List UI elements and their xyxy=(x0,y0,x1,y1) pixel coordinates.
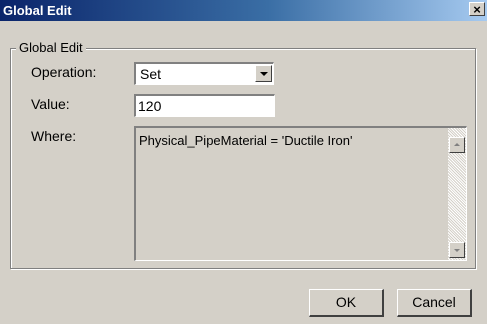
cancel-button[interactable]: Cancel xyxy=(397,289,472,317)
chevron-down-icon[interactable] xyxy=(255,65,272,82)
where-scrollbar[interactable] xyxy=(448,128,466,260)
scroll-up-icon[interactable] xyxy=(449,137,465,153)
value-label: Value: xyxy=(31,96,70,112)
operation-value: Set xyxy=(140,66,162,82)
operation-dropdown[interactable]: Set xyxy=(134,62,274,85)
where-label: Where: xyxy=(31,128,77,144)
value-input[interactable] xyxy=(134,94,275,117)
group-label: Global Edit xyxy=(16,40,86,55)
where-text: Physical_PipeMaterial = 'Ductile Iron' xyxy=(139,133,353,148)
close-icon: × xyxy=(473,2,481,17)
close-button[interactable]: × xyxy=(469,2,485,16)
window-title: Global Edit xyxy=(3,3,72,18)
ok-button[interactable]: OK xyxy=(309,289,384,317)
title-bar[interactable]: Global Edit × xyxy=(0,0,487,21)
where-textarea[interactable]: Physical_PipeMaterial = 'Ductile Iron' xyxy=(134,126,467,261)
scroll-down-icon[interactable] xyxy=(449,242,465,258)
operation-label: Operation: xyxy=(31,64,97,80)
